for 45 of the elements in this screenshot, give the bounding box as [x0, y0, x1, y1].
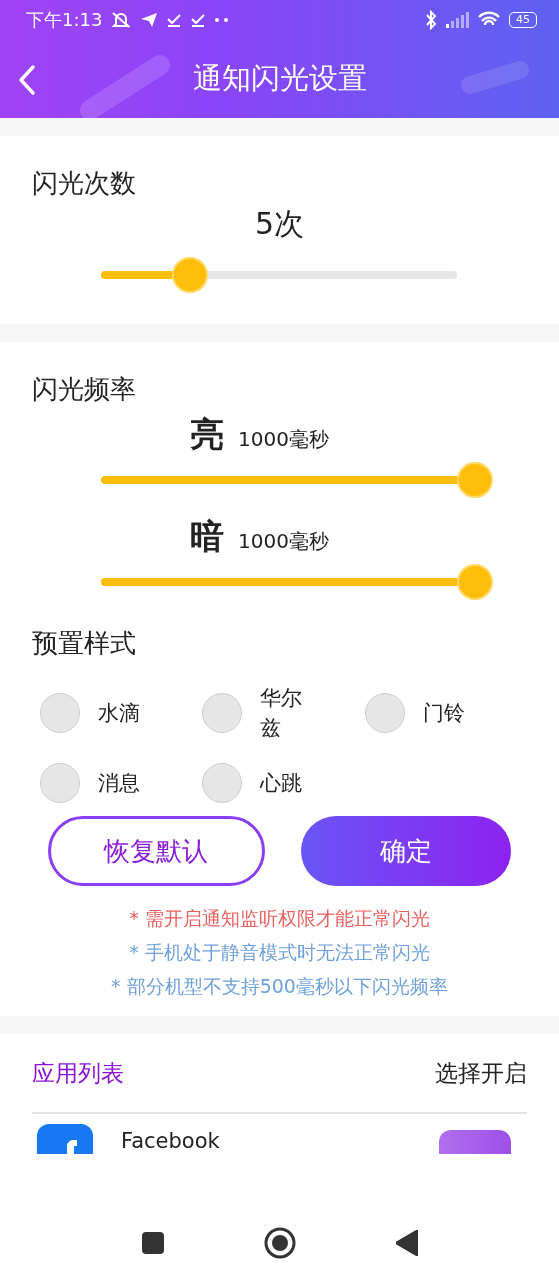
- radio-button[interactable]: [202, 693, 243, 733]
- app-name: Facebook: [121, 1128, 221, 1154]
- slider-thumb[interactable]: [172, 257, 208, 293]
- toggle-switch[interactable]: [439, 1130, 511, 1154]
- back-nav-icon[interactable]: [395, 1230, 418, 1256]
- page-title: 通知闪光设置: [192, 60, 367, 97]
- radio-button[interactable]: [364, 693, 405, 733]
- slider-reading: 1000毫秒: [238, 528, 329, 555]
- send-icon: [140, 12, 159, 28]
- radio-label: 门铃: [422, 700, 466, 727]
- app-icon: [37, 1124, 93, 1154]
- slider-reading: 1000毫秒: [238, 426, 329, 453]
- list-title: 应用列表: [32, 1058, 124, 1088]
- section-title: 预置样式: [32, 627, 137, 660]
- note-text: * 需开启通知监听权限才能正常闪光: [129, 906, 430, 931]
- section-title: 闪光频率: [32, 373, 137, 406]
- check-icon: [166, 12, 183, 28]
- status-time: 下午1:13: [26, 8, 103, 32]
- radio-label: 心跳: [260, 770, 304, 797]
- home-icon[interactable]: [263, 1227, 296, 1259]
- note-text: * 手机处于静音模式时无法正常闪光: [129, 940, 430, 965]
- radio-button[interactable]: [40, 763, 80, 803]
- recents-icon[interactable]: [141, 1232, 164, 1254]
- count-reading: 5次: [253, 205, 306, 243]
- radio-label: 消息: [98, 770, 141, 797]
- radio-button[interactable]: [40, 693, 80, 733]
- slider-label: 暗: [190, 515, 225, 558]
- note-text: * 部分机型不支持500毫秒以下闪光频率: [111, 974, 448, 999]
- muted-bell-icon: [110, 11, 133, 29]
- radio-label: 水滴: [98, 700, 141, 727]
- battery-icon: 45: [509, 12, 537, 28]
- signal-icon: [445, 12, 469, 28]
- back-icon: [18, 64, 36, 96]
- section-title: 闪光次数: [32, 167, 137, 200]
- check-icon: [190, 12, 207, 28]
- reset-button[interactable]: 恢复默认: [48, 816, 265, 886]
- slider-thumb[interactable]: [457, 564, 493, 600]
- slider-label: 亮: [190, 413, 225, 456]
- list-action: 选择开启: [435, 1058, 527, 1088]
- confirm-button[interactable]: 确定: [300, 816, 511, 886]
- bluetooth-icon: [425, 10, 437, 30]
- radio-label: 华尔兹: [260, 685, 304, 742]
- radio-button[interactable]: [202, 763, 243, 803]
- more-icon: [214, 17, 231, 23]
- slider-thumb[interactable]: [457, 462, 493, 498]
